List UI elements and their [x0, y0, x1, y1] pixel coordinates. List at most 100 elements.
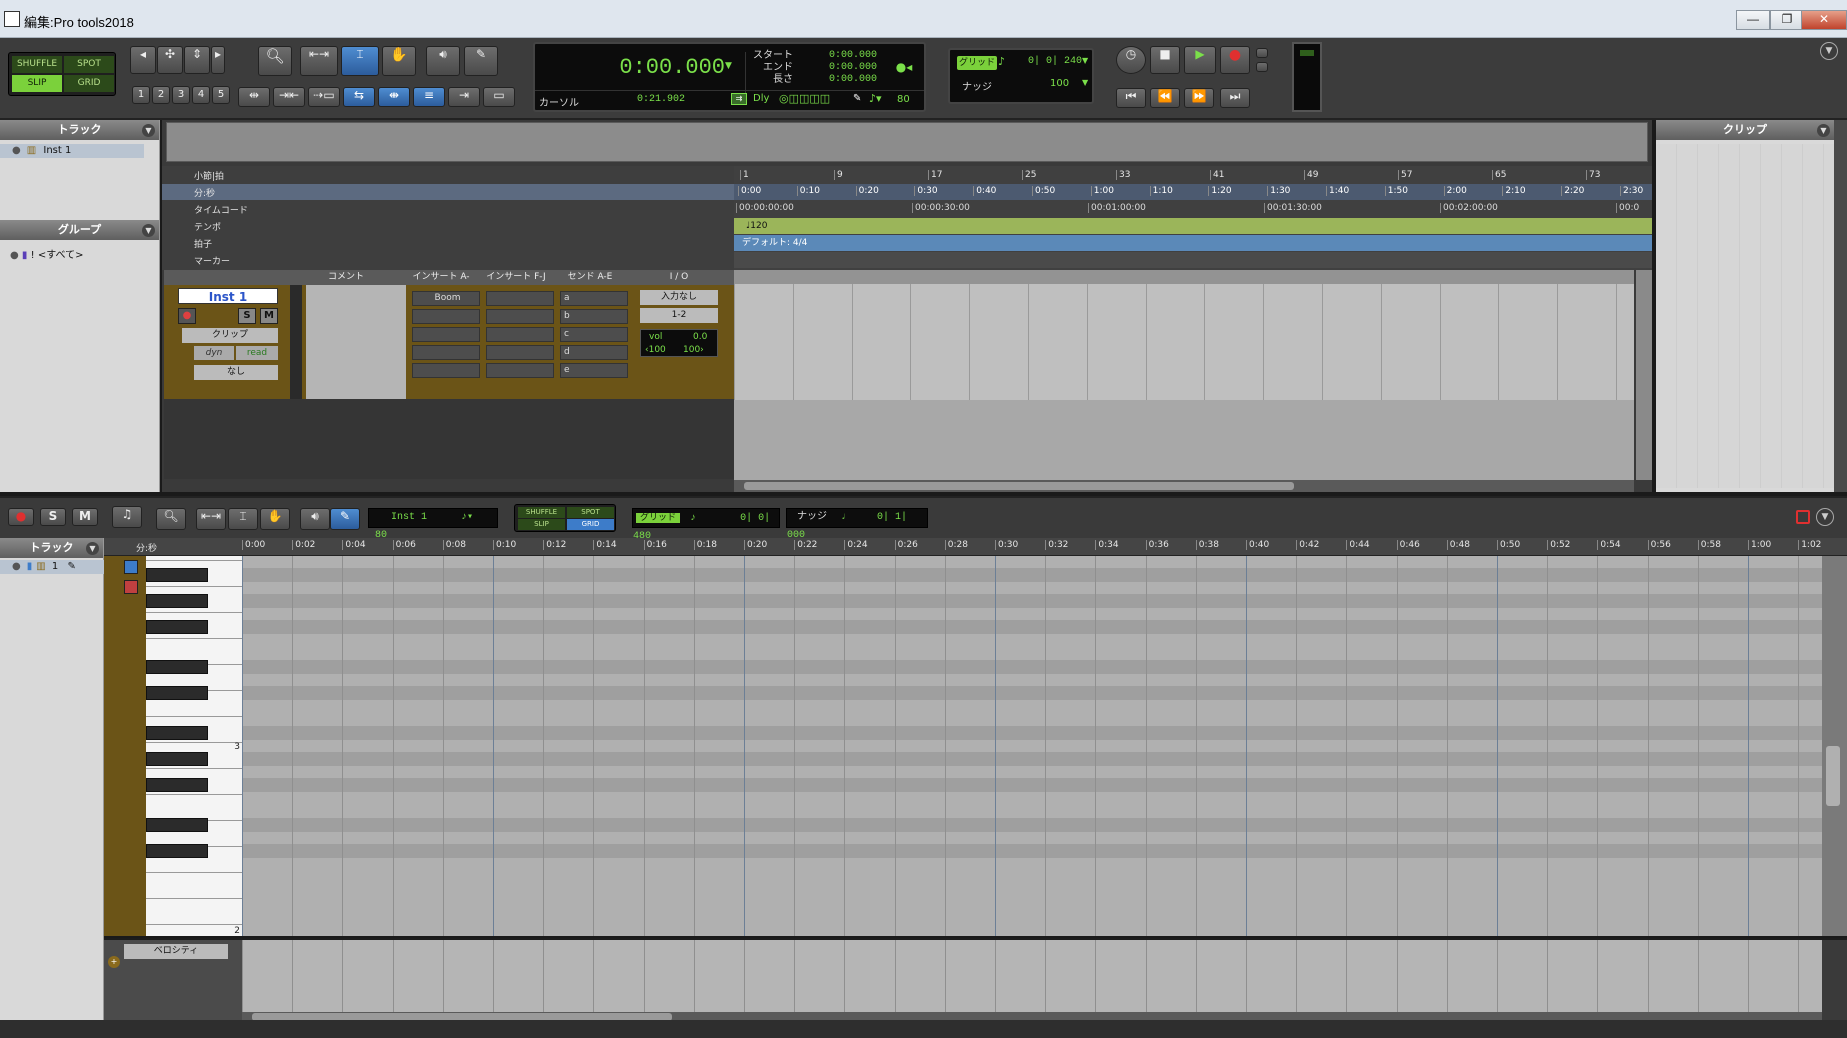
- zoom-preset-5[interactable]: 5: [212, 86, 230, 104]
- midi-ruler[interactable]: 分:秒 0:00 0:02 0:04 0:06 0:08 0:10 0:12 0:14 0:16…: [104, 538, 1847, 556]
- trim-tool-icon[interactable]: ⇤⇥: [300, 46, 338, 76]
- insert-slot-d[interactable]: [412, 345, 480, 360]
- grid-dropdown-icon[interactable]: ▼: [1082, 56, 1088, 65]
- insert-slot-e[interactable]: [412, 363, 480, 378]
- transport-option-a[interactable]: [1256, 48, 1268, 58]
- midi-grabber-tool-icon[interactable]: ✋: [260, 508, 290, 530]
- velocity-grid[interactable]: [242, 940, 1822, 1012]
- link-track-icon[interactable]: ⇢▭: [308, 87, 340, 107]
- velocity-controller-selector[interactable]: ベロシティ: [124, 944, 228, 959]
- timebase-selector[interactable]: なし: [194, 365, 278, 380]
- midi-zoom-tool-icon[interactable]: 🔍︎: [156, 508, 186, 530]
- black-key[interactable]: [146, 686, 208, 700]
- zoom-preset-2[interactable]: 2: [152, 86, 170, 104]
- insertion-follows-icon[interactable]: ⇆: [343, 87, 375, 107]
- tempo-ruler-event[interactable]: ♩120: [734, 218, 1652, 234]
- track-mute-button[interactable]: M: [260, 308, 278, 324]
- midi-menu-icon[interactable]: ▼: [1816, 508, 1834, 526]
- track-list-item[interactable]: ● ▥ Inst 1: [0, 144, 144, 158]
- send-slot-b[interactable]: b: [560, 309, 628, 324]
- send-slot-e[interactable]: e: [560, 363, 628, 378]
- meter-note-icon[interactable]: ♪▾: [869, 92, 882, 105]
- main-counter[interactable]: 0:00.000: [539, 48, 739, 88]
- dyn-button[interactable]: dyn: [194, 346, 234, 360]
- zoom-preset-4[interactable]: 4: [192, 86, 210, 104]
- midi-note-grid[interactable]: [242, 556, 1822, 936]
- end-value[interactable]: 0:00.000: [805, 62, 877, 74]
- track-list-menu-icon[interactable]: ▼: [142, 124, 155, 137]
- slip-mode-button[interactable]: SLIP: [12, 75, 62, 92]
- clips-list[interactable]: [1656, 144, 1834, 488]
- insert-slot-h[interactable]: [486, 327, 554, 342]
- insert-slot-j[interactable]: [486, 363, 554, 378]
- insert-slot-g[interactable]: [486, 309, 554, 324]
- grid-toggle-button[interactable]: グリッド: [957, 56, 997, 70]
- notation-view-icon[interactable]: ♫: [112, 506, 142, 528]
- online-icon[interactable]: ◷: [1116, 46, 1146, 74]
- length-value[interactable]: 0:00.000: [805, 74, 877, 86]
- link-timeline-icon[interactable]: ⇥⇤: [273, 87, 305, 107]
- wait-for-note-icon[interactable]: ⇉: [731, 93, 747, 105]
- output-selector[interactable]: 1-2: [640, 308, 718, 323]
- midi-spot-button[interactable]: SPOT: [567, 507, 614, 518]
- edit-horizontal-scrollbar[interactable]: [734, 480, 1634, 492]
- midi-solo-button[interactable]: S: [40, 508, 66, 526]
- rewind-icon[interactable]: ⏪: [1150, 88, 1180, 108]
- right-edge-scroll[interactable]: [1834, 120, 1847, 492]
- shuffle-mode-button[interactable]: SHUFFLE: [12, 56, 62, 73]
- send-slot-c[interactable]: c: [560, 327, 628, 342]
- midi-track-list-menu-icon[interactable]: ▼: [86, 542, 99, 555]
- input-selector[interactable]: 入力なし: [640, 290, 718, 305]
- grabber-tool-icon[interactable]: ✋: [382, 46, 416, 76]
- tab-to-transient-icon[interactable]: ⇹: [238, 87, 270, 107]
- track-record-button[interactable]: ●: [178, 308, 196, 324]
- insert-slot-i[interactable]: [486, 345, 554, 360]
- insert-slot-c[interactable]: [412, 327, 480, 342]
- midi-vertical-scrollbar[interactable]: [1822, 556, 1847, 936]
- go-to-end-icon[interactable]: ⏭: [1220, 88, 1250, 108]
- playlist-area[interactable]: [734, 270, 1634, 400]
- grid-mode-button[interactable]: GRID: [64, 75, 114, 92]
- insert-slot-b[interactable]: [412, 309, 480, 324]
- restore-button[interactable]: ❐: [1770, 10, 1804, 30]
- tempo-field[interactable]: 80: [897, 94, 910, 105]
- track-name-field[interactable]: Inst 1: [178, 288, 278, 304]
- zoom-in-icon[interactable]: ▸: [211, 46, 225, 74]
- midi-trim-tool-icon[interactable]: ⇤⇥: [196, 508, 226, 530]
- track-view-selector[interactable]: クリップ: [182, 328, 278, 343]
- stop-icon[interactable]: ■: [1150, 46, 1180, 74]
- black-key[interactable]: [146, 752, 208, 766]
- black-key[interactable]: [146, 594, 208, 608]
- counter-format-arrow-icon[interactable]: ▼: [725, 61, 732, 71]
- clips-menu-icon[interactable]: ▼: [1817, 124, 1830, 137]
- universe-overview[interactable]: [166, 122, 1648, 162]
- delay-compensation[interactable]: Dly: [753, 93, 769, 104]
- edit-vertical-scrollbar[interactable]: [1636, 270, 1652, 480]
- track-solo-button[interactable]: S: [238, 308, 256, 324]
- nudge-value[interactable]: 100: [1050, 78, 1069, 89]
- black-key[interactable]: [146, 778, 208, 792]
- zoom-preset-1[interactable]: 1: [132, 86, 150, 104]
- spot-mode-button[interactable]: SPOT: [64, 56, 114, 73]
- midi-mute-button[interactable]: M: [72, 508, 98, 526]
- meter-ruler-event[interactable]: デフォルト: 4/4: [734, 235, 1652, 251]
- piano-keyboard[interactable]: 32: [146, 556, 242, 936]
- keyfocus-icon[interactable]: ▭: [483, 87, 515, 107]
- minimize-button[interactable]: —: [1736, 10, 1770, 30]
- volume-pan-display[interactable]: vol 0.0 ‹100 100›: [640, 329, 718, 357]
- midi-track-color-icon[interactable]: [124, 560, 138, 574]
- midi-shuffle-button[interactable]: SHUFFLE: [518, 507, 565, 518]
- midi-track-list-item[interactable]: ● ▮ ▥ 1 ✎: [0, 560, 104, 574]
- group-list-item[interactable]: ● ▮ ! <すべて>: [10, 246, 83, 261]
- add-lane-icon[interactable]: +: [108, 956, 120, 968]
- conductor-icon[interactable]: ✎: [853, 93, 861, 104]
- zoom-preset-3[interactable]: 3: [172, 86, 190, 104]
- automation-mode-selector[interactable]: read: [236, 346, 278, 360]
- send-slot-d[interactable]: d: [560, 345, 628, 360]
- midi-close-icon[interactable]: [1796, 510, 1810, 524]
- black-key[interactable]: [146, 818, 208, 832]
- midi-slip-button[interactable]: SLIP: [518, 519, 565, 530]
- return-to-zero-icon[interactable]: ⏮: [1116, 88, 1146, 108]
- insert-slot-a[interactable]: Boom: [412, 291, 480, 306]
- link-selection-icon[interactable]: ≡: [413, 87, 445, 107]
